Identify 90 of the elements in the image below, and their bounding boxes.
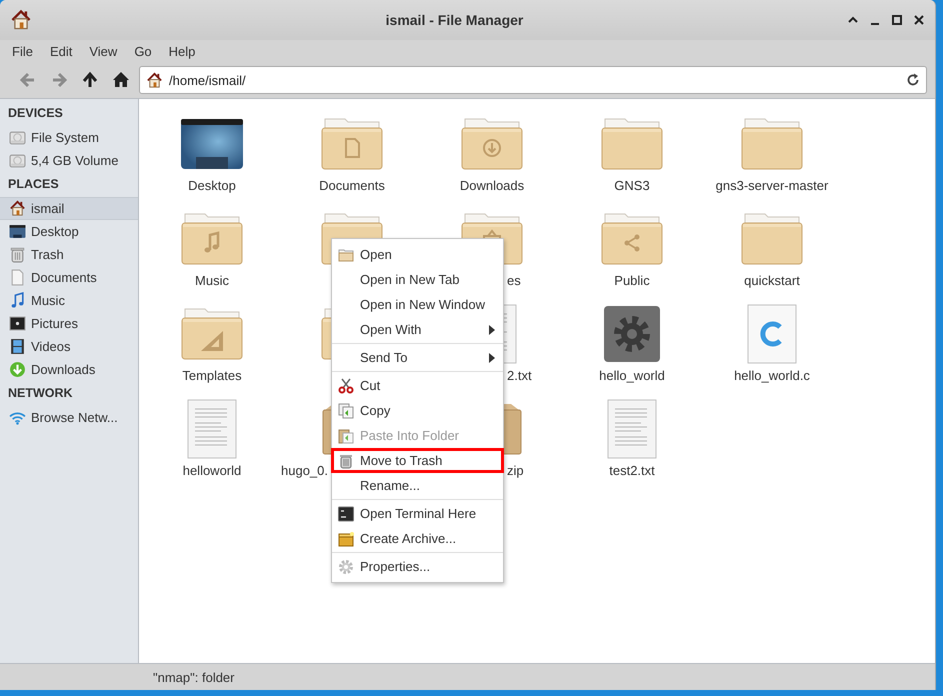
sidebar-item[interactable]: Music	[0, 289, 138, 312]
menu-item[interactable]: Move to Trash	[331, 448, 504, 473]
sidebar-item[interactable]: Desktop	[0, 220, 138, 243]
file-name: 2.txt	[507, 368, 532, 383]
home-icon	[10, 9, 32, 31]
file-name: Desktop	[188, 178, 236, 193]
address-bar[interactable]: /home/ismail/	[139, 66, 927, 94]
close-icon[interactable]	[913, 14, 925, 26]
film-icon	[9, 338, 26, 355]
file-name: Templates	[182, 368, 242, 383]
monitor-icon	[9, 223, 26, 240]
menu-item[interactable]: Open With	[332, 317, 503, 342]
menu-item[interactable]: Open in New Tab	[332, 267, 503, 292]
scissors-icon	[338, 378, 354, 394]
menu-item[interactable]: Properties...	[332, 554, 503, 579]
text-file-icon[interactable]	[187, 399, 237, 459]
file-name: hugo_0.	[281, 463, 328, 478]
file-name: Documents	[319, 178, 385, 193]
sidebar-item[interactable]: Pictures	[0, 312, 138, 335]
trash-icon	[338, 452, 354, 468]
gear-icon[interactable]	[604, 306, 660, 362]
sidebar-item[interactable]: Videos	[0, 335, 138, 358]
gear-icon	[338, 558, 354, 574]
file-name: hello_world.c	[734, 368, 810, 383]
sidebar-heading: PLACES	[7, 176, 60, 193]
folder-icon	[338, 246, 354, 262]
archive-box-icon	[338, 530, 354, 546]
menu-item[interactable]: Edit	[44, 44, 80, 58]
menu-item[interactable]: Create Archive...	[332, 526, 503, 551]
file-name: GNS3	[614, 178, 650, 193]
clipboard-icon	[338, 428, 354, 444]
menu-item[interactable]: Open Terminal Here	[332, 501, 503, 526]
sidebar-item[interactable]: Documents	[0, 266, 138, 289]
folder-icon[interactable]	[601, 117, 663, 171]
file-name: Music	[195, 273, 229, 288]
file-name: zip	[507, 463, 524, 478]
terminal-icon	[338, 506, 354, 522]
folder-icon[interactable]	[181, 307, 243, 361]
sidebar-item[interactable]: 5,4 GB Volume	[0, 149, 138, 172]
home-icon	[146, 72, 163, 88]
menu-item[interactable]: Open in New Window	[332, 292, 503, 317]
folder-icon[interactable]	[601, 212, 663, 266]
c-source-file-icon[interactable]	[747, 304, 797, 364]
sidebar-heading: NETWORK	[7, 385, 74, 402]
trash-icon	[9, 246, 26, 263]
status-text: "nmap": folder	[153, 670, 234, 684]
sidebar-item[interactable]: Downloads	[0, 358, 138, 381]
sidebar-item[interactable]: Browse Netw...	[0, 406, 138, 429]
menu-item[interactable]: Help	[164, 44, 204, 58]
file-name: Public	[614, 273, 650, 288]
file-name: helloworld	[182, 463, 242, 478]
folder-icon[interactable]	[741, 212, 803, 266]
sidebar-item[interactable]: Trash	[0, 243, 138, 266]
drive-icon	[9, 129, 26, 146]
file-name: es	[507, 273, 521, 288]
folder-icon[interactable]	[181, 212, 243, 266]
file-name: gns3-server-master	[716, 178, 828, 193]
menu-item[interactable]: Go	[129, 44, 160, 58]
sidebar-heading: DEVICES	[7, 105, 64, 122]
file-name: quickstart	[744, 273, 800, 288]
up-arrow-icon	[80, 71, 98, 89]
menu-item[interactable]: Copy	[332, 398, 503, 423]
sidebar-item[interactable]: ismail	[0, 197, 138, 220]
music-note-icon	[9, 292, 26, 309]
document-icon	[9, 269, 26, 286]
text-file-icon[interactable]	[607, 399, 657, 459]
reload-icon[interactable]	[906, 73, 920, 87]
sidebar-item[interactable]: File System	[0, 126, 138, 149]
picture-icon	[9, 315, 26, 332]
folder-icon[interactable]	[741, 117, 803, 171]
maximize-icon[interactable]	[891, 14, 903, 26]
file-name: Downloads	[460, 178, 524, 193]
copy-icon	[338, 402, 354, 418]
file-name: hello_world	[599, 368, 665, 383]
menu-item[interactable]: File	[7, 44, 41, 58]
back-arrow-icon	[18, 71, 36, 89]
menu-item[interactable]: Open	[332, 242, 503, 267]
drive-icon	[9, 152, 26, 169]
home-icon	[9, 200, 26, 217]
window-title: ismail - File Manager	[384, 12, 524, 28]
menu-item[interactable]: Rename...	[332, 473, 503, 498]
monitor-icon[interactable]	[181, 117, 243, 171]
menu-item[interactable]: Cut	[332, 373, 503, 398]
file-name: test2.txt	[609, 463, 655, 478]
menu-item[interactable]: View	[84, 44, 126, 58]
download-icon	[9, 361, 26, 378]
folder-icon[interactable]	[461, 117, 523, 171]
home-icon	[112, 71, 130, 89]
folder-icon[interactable]	[321, 117, 383, 171]
menu-item[interactable]: Send To	[332, 345, 503, 370]
